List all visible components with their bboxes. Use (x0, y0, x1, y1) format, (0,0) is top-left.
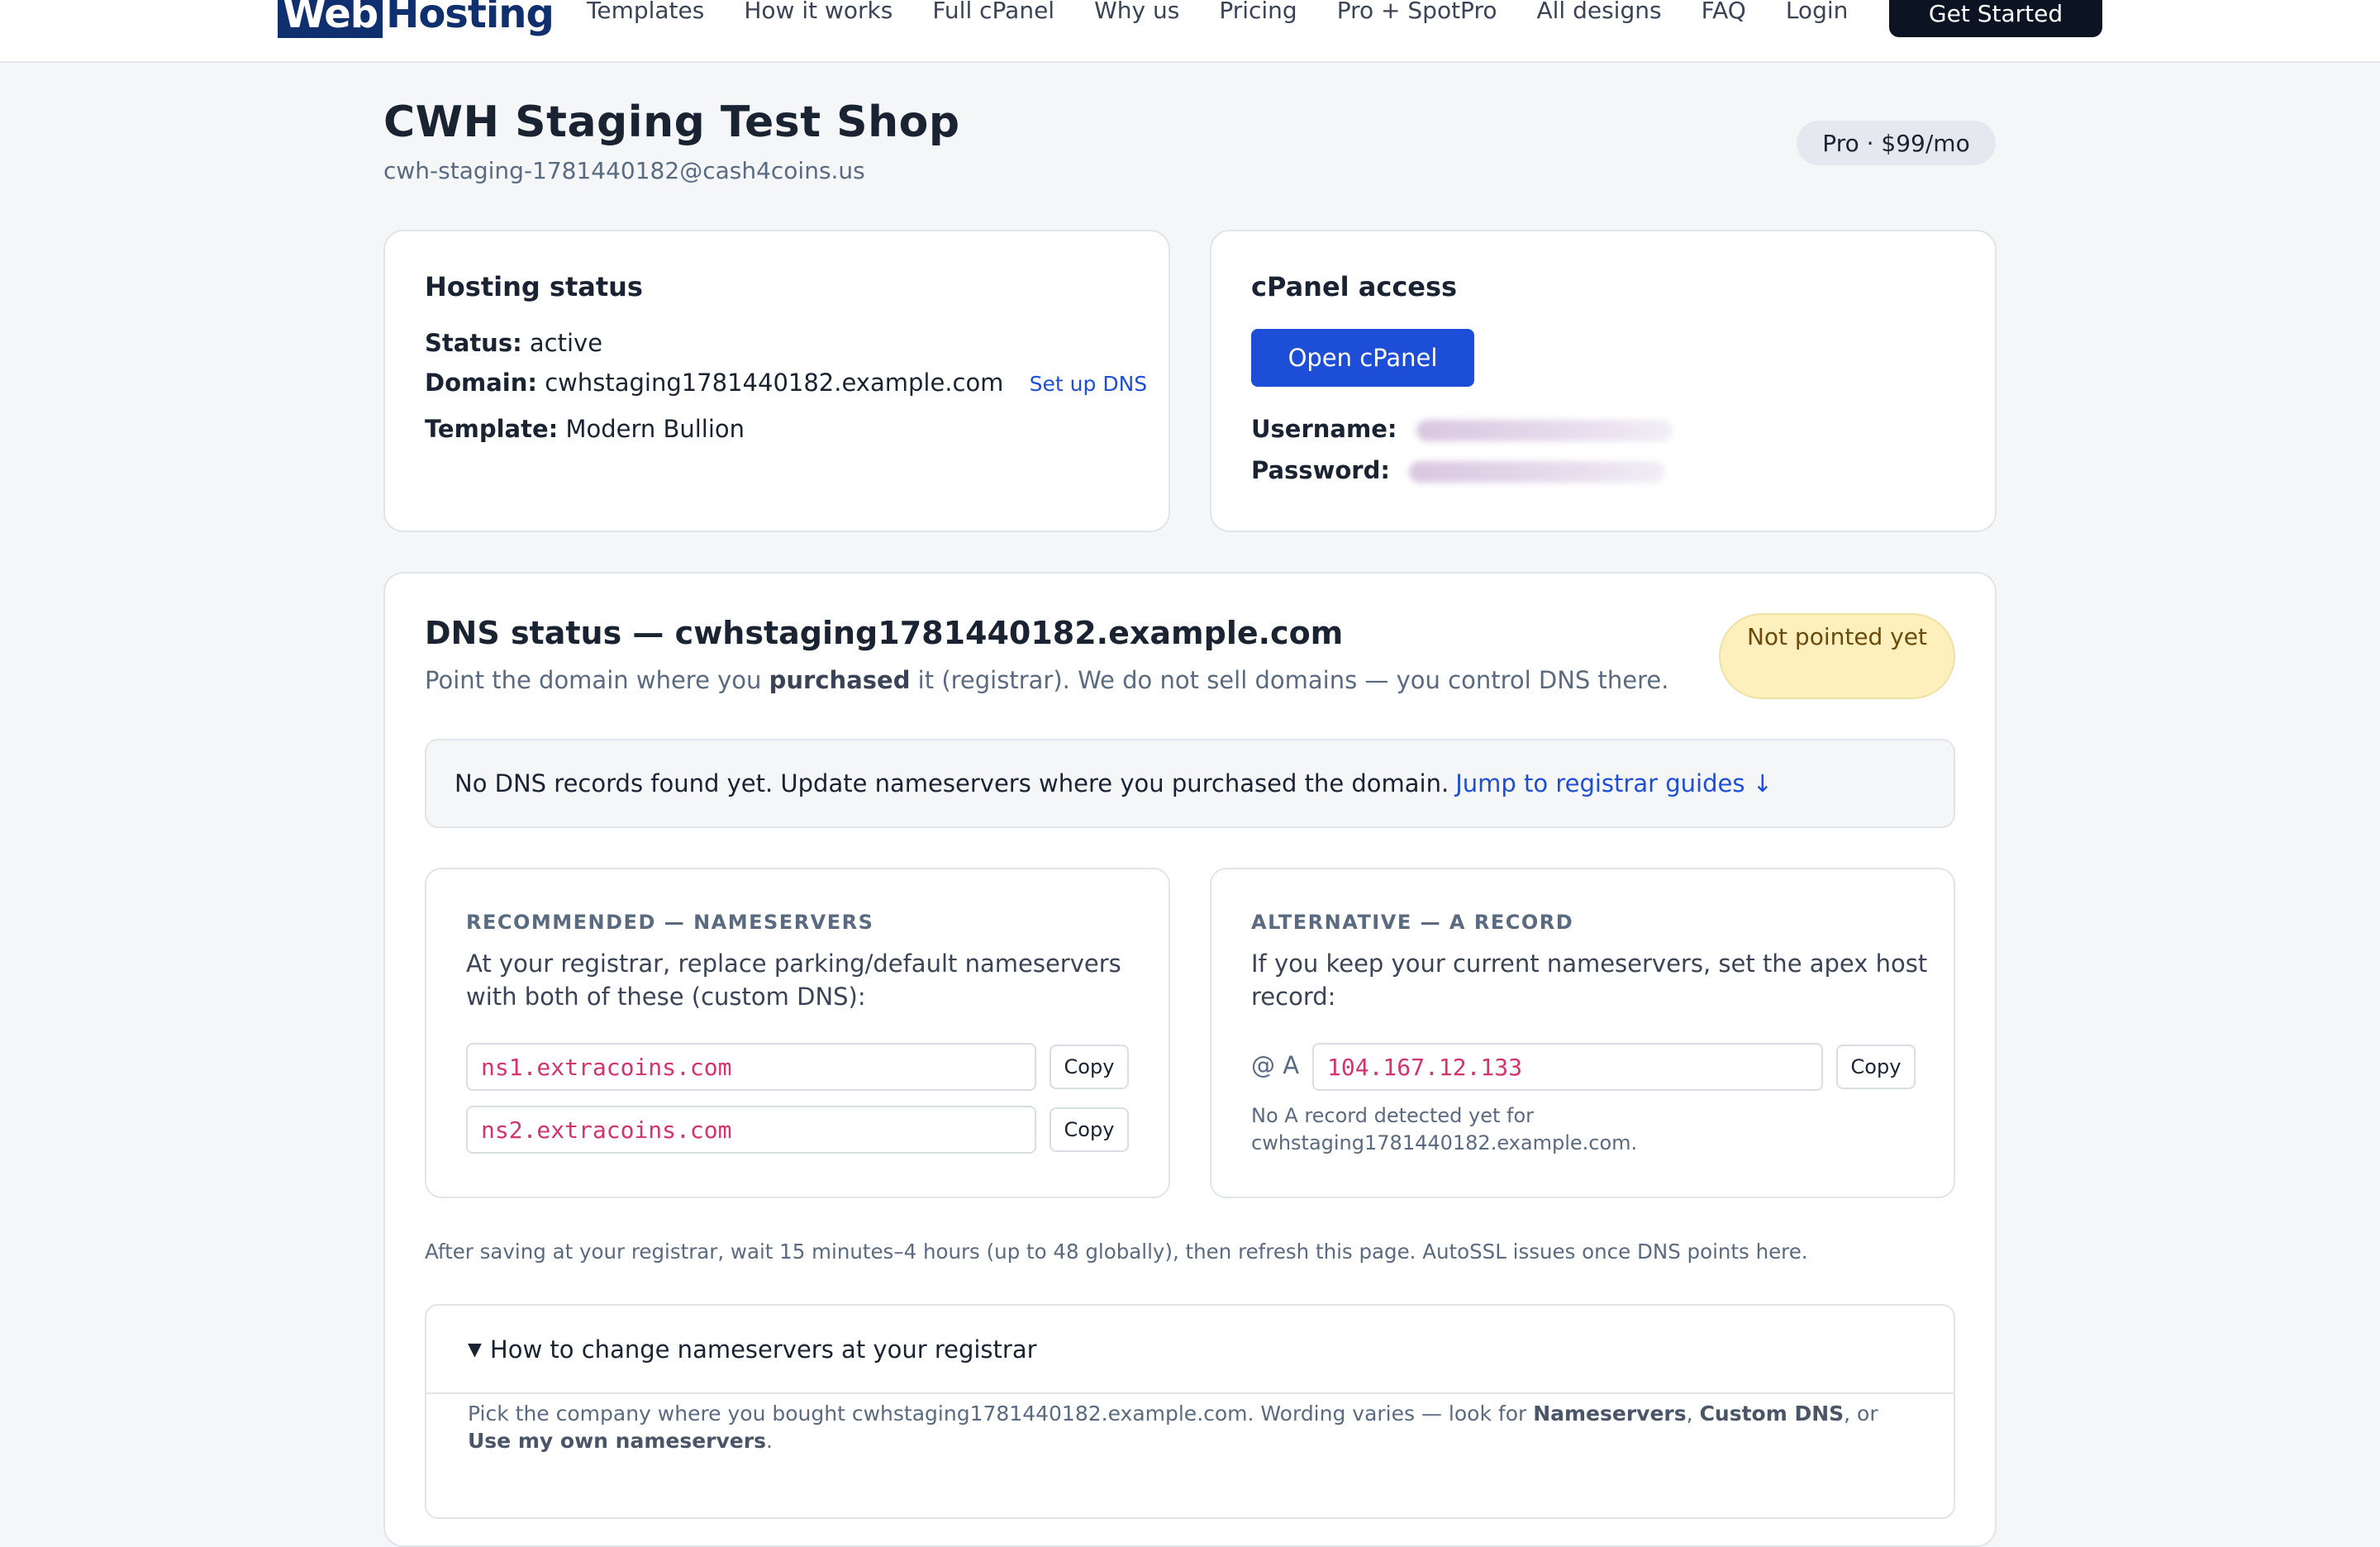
template-label: Template: (425, 415, 559, 443)
hosting-status-card: Hosting status Status: active Domain: cw… (383, 230, 1170, 532)
domain-row: Domain: cwhstaging1781440182.example.com… (425, 369, 1147, 397)
a-record-host-label: @ A (1251, 1051, 1300, 1079)
nav-templates[interactable]: Templates (587, 0, 704, 24)
a-record-ip-field[interactable]: 104.167.12.133 (1312, 1043, 1823, 1091)
site-header: Web Hosting Templates How it works Full … (0, 0, 2380, 63)
recommended-desc: At your registrar, replace parking/defau… (466, 950, 1121, 1011)
propagation-note: After saving at your registrar, wait 15 … (425, 1240, 1808, 1264)
disclosure-triangle-icon: ▼ (468, 1340, 482, 1360)
copy-a-record-button[interactable]: Copy (1836, 1045, 1916, 1089)
dns-alert: No DNS records found yet. Update nameser… (425, 739, 1955, 828)
alternative-a-record-card: ALTERNATIVE — A RECORD If you keep your … (1210, 868, 1955, 1198)
dns-status-subtitle: Point the domain where you purchased it … (425, 666, 1668, 694)
password-label: Password: (1251, 456, 1390, 484)
nav-pricing[interactable]: Pricing (1219, 0, 1297, 24)
password-row: Password: (1251, 456, 1666, 484)
username-value-redacted (1416, 420, 1673, 441)
setup-dns-link[interactable]: Set up DNS (1030, 372, 1147, 396)
status-value: active (529, 329, 603, 357)
nav-login[interactable]: Login (1786, 0, 1849, 24)
copy-ns1-button[interactable]: Copy (1050, 1045, 1129, 1089)
ns1-field[interactable]: ns1.extracoins.com (466, 1043, 1036, 1091)
username-label: Username: (1251, 415, 1397, 443)
guide-bold-nameservers: Nameservers (1533, 1402, 1687, 1426)
registrar-guide-body: Pick the company where you bought cwhsta… (468, 1400, 1922, 1454)
guide-bold-custom-dns: Custom DNS (1699, 1402, 1844, 1426)
guide-bold-use-my-own: Use my own nameservers (468, 1429, 766, 1453)
guide-text-1: Pick the company where you bought cwhsta… (468, 1402, 1534, 1426)
domain-value: cwhstaging1781440182.example.com (545, 369, 1004, 397)
logo-hosting: Hosting (386, 0, 555, 37)
nav-all-designs[interactable]: All designs (1536, 0, 1661, 24)
dns-sub-after: it (registrar). We do not sell domains —… (910, 666, 1669, 694)
plan-badge: Pro · $99/mo (1797, 121, 1996, 165)
page-title: CWH Staging Test Shop (383, 98, 960, 147)
dns-status-badge: Not pointed yet (1719, 613, 1955, 699)
status-row: Status: active (425, 329, 602, 357)
recommended-eyebrow: RECOMMENDED — NAMESERVERS (466, 911, 874, 934)
webhosting-logo[interactable]: Web Hosting (278, 0, 555, 38)
domain-label: Domain: (425, 369, 537, 397)
status-label: Status: (425, 329, 522, 357)
username-row: Username: (1251, 415, 1673, 443)
a-record-note: No A record detected yet for cwhstaging1… (1251, 1104, 1638, 1154)
open-cpanel-button[interactable]: Open cPanel (1251, 329, 1474, 387)
main-nav: Templates How it works Full cPanel Why u… (587, 0, 1887, 26)
nav-full-cpanel[interactable]: Full cPanel (932, 0, 1054, 24)
dns-sub-before: Point the domain where you (425, 666, 769, 694)
alternative-desc: If you keep your current nameservers, se… (1251, 950, 1928, 1011)
recommended-nameservers-card: RECOMMENDED — NAMESERVERS At your regist… (425, 868, 1170, 1198)
alternative-eyebrow: ALTERNATIVE — A RECORD (1251, 911, 1574, 934)
nav-faq[interactable]: FAQ (1702, 0, 1746, 24)
nav-pro-spotpro[interactable]: Pro + SpotPro (1337, 0, 1497, 24)
nav-why-us[interactable]: Why us (1094, 0, 1179, 24)
dns-status-title: DNS status — cwhstaging1781440182.exampl… (425, 615, 1344, 651)
cpanel-access-title: cPanel access (1251, 271, 1458, 302)
registrar-guide-summary[interactable]: ▼ How to change nameservers at your regis… (468, 1335, 1037, 1364)
cpanel-access-card: cPanel access Open cPanel Username: Pass… (1210, 230, 1997, 532)
template-row: Template: Modern Bullion (425, 415, 745, 443)
registrar-guide-summary-text: How to change nameservers at your regist… (489, 1335, 1037, 1364)
jump-to-registrar-guides-link[interactable]: Jump to registrar guides ↓ (1455, 769, 1773, 797)
logo-web: Web (278, 0, 383, 38)
copy-ns2-button[interactable]: Copy (1050, 1107, 1129, 1152)
template-value: Modern Bullion (565, 415, 745, 443)
guide-text-4: . (765, 1429, 773, 1453)
dns-sub-bold: purchased (769, 666, 911, 694)
password-value-redacted (1409, 461, 1666, 483)
ns2-field[interactable]: ns2.extracoins.com (466, 1106, 1036, 1154)
account-email: cwh-staging-1781440182@cash4coins.us (383, 157, 865, 184)
details-divider (426, 1392, 1954, 1394)
guide-text-3: , or (1844, 1402, 1878, 1426)
hosting-status-title: Hosting status (425, 271, 643, 302)
dns-alert-text: No DNS records found yet. Update nameser… (455, 769, 1449, 797)
get-started-button[interactable]: Get Started (1889, 0, 2102, 37)
guide-text-2: , (1686, 1402, 1700, 1426)
nav-how-it-works[interactable]: How it works (744, 0, 892, 24)
registrar-guide-details: ▼ How to change nameservers at your regis… (425, 1304, 1955, 1519)
